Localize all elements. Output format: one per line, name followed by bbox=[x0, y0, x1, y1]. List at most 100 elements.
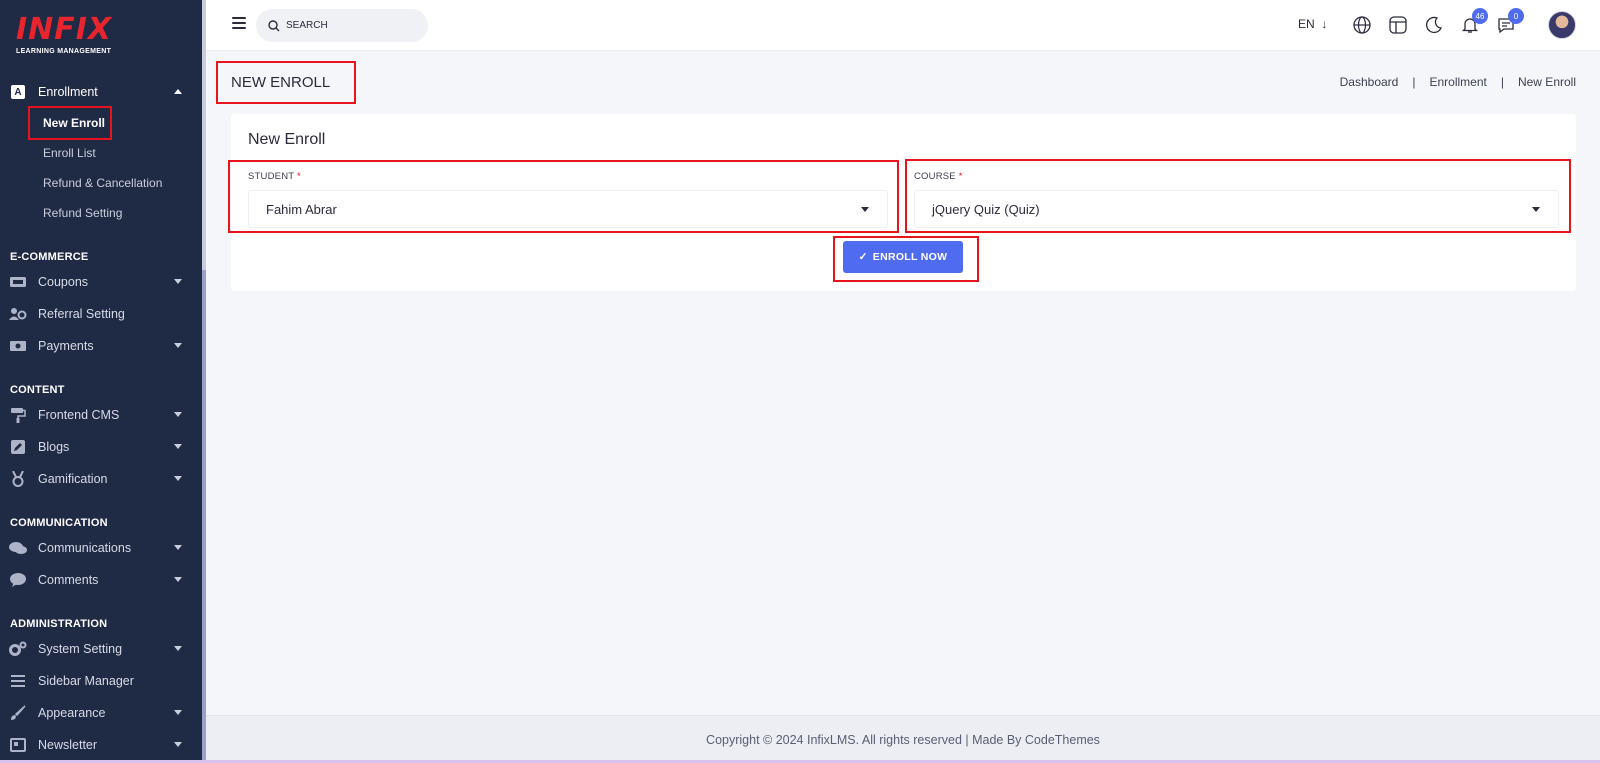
sidebar: INFIX LEARNING MANAGEMENT A Enrollment N… bbox=[0, 0, 206, 763]
bell-icon[interactable]: 46 bbox=[1460, 8, 1488, 35]
course-label-text: COURSE bbox=[914, 171, 956, 182]
sidebar-scrollbar-thumb[interactable] bbox=[202, 270, 206, 763]
globe-icon[interactable] bbox=[1352, 15, 1372, 35]
check-icon: ✓ bbox=[858, 251, 868, 263]
sidebar-item-label: Sidebar Manager bbox=[38, 674, 134, 688]
logo[interactable]: INFIX LEARNING MANAGEMENT bbox=[16, 14, 126, 62]
chevron-down-icon bbox=[174, 343, 182, 348]
arrow-down-icon: ↓ bbox=[1318, 17, 1328, 31]
sidebar-item-label: Coupons bbox=[38, 275, 89, 289]
sidebar-item-blogs[interactable]: Blogs bbox=[0, 433, 200, 461]
medal-icon bbox=[9, 471, 27, 487]
sidebar-item-comments[interactable]: Comments bbox=[0, 566, 200, 594]
search-icon bbox=[268, 19, 280, 31]
sidebar-item-label: Gamification bbox=[38, 472, 108, 486]
paint-roller-icon bbox=[9, 407, 27, 423]
sidebar-item-label: Comments bbox=[38, 573, 99, 587]
sidebar-item-label: Frontend CMS bbox=[38, 408, 120, 422]
search-input[interactable] bbox=[286, 20, 416, 31]
breadcrumb-new-enroll: New Enroll bbox=[1517, 75, 1576, 89]
chevron-down-icon bbox=[174, 742, 182, 747]
breadcrumb-enrollment[interactable]: Enrollment bbox=[1429, 75, 1486, 89]
bars-icon bbox=[9, 673, 27, 689]
moon-icon[interactable] bbox=[1424, 15, 1444, 35]
money-icon bbox=[9, 338, 27, 354]
section-ecommerce: E-COMMERCE bbox=[10, 251, 89, 263]
chevron-down-icon bbox=[174, 412, 182, 417]
search-box[interactable] bbox=[256, 9, 428, 42]
sidebar-item-label: Blogs bbox=[38, 440, 70, 454]
chevron-down-icon bbox=[174, 710, 182, 715]
course-label: COURSE * bbox=[914, 171, 963, 182]
chevron-down-icon bbox=[174, 444, 182, 449]
chevron-up-icon bbox=[174, 89, 182, 94]
sidebar-item-label: Appearance bbox=[38, 706, 106, 720]
sidebar-item-payments[interactable]: Payments bbox=[0, 332, 200, 360]
page-title-highlight: NEW ENROLL bbox=[216, 61, 356, 104]
enroll-now-button[interactable]: ✓ ENROLL NOW bbox=[843, 241, 963, 273]
comment-icon bbox=[9, 572, 27, 588]
section-administration: ADMINISTRATION bbox=[10, 618, 108, 630]
caret-down-icon bbox=[1532, 207, 1540, 212]
newsletter-icon bbox=[9, 737, 27, 753]
copyright-text: Copyright © 2024 InfixLMS. All rights re… bbox=[706, 732, 1100, 747]
chevron-down-icon bbox=[174, 545, 182, 550]
course-selected-value: jQuery Quiz (Quiz) bbox=[932, 201, 1040, 217]
required-mark: * bbox=[958, 171, 963, 182]
sidebar-item-label: Communications bbox=[38, 541, 132, 555]
sidebar-item-label: System Setting bbox=[38, 642, 123, 656]
sidebar-item-appearance[interactable]: Appearance bbox=[0, 699, 200, 727]
page-title: NEW ENROLL bbox=[231, 74, 331, 91]
chevron-down-icon bbox=[174, 279, 182, 284]
footer: Copyright © 2024 InfixLMS. All rights re… bbox=[206, 715, 1600, 763]
a-box-icon: A bbox=[9, 84, 27, 100]
sidebar-item-enroll-list[interactable]: Enroll List bbox=[43, 143, 96, 163]
student-label: STUDENT * bbox=[248, 171, 301, 182]
chat-icon[interactable]: 0 bbox=[1496, 8, 1524, 35]
caret-down-icon bbox=[861, 207, 869, 212]
avatar[interactable] bbox=[1548, 11, 1576, 39]
message-badge: 0 bbox=[1508, 8, 1524, 24]
student-selected-value: Fahim Abrar bbox=[266, 201, 337, 217]
sidebar-item-gamification[interactable]: Gamification bbox=[0, 465, 200, 493]
sidebar-item-enrollment[interactable]: A Enrollment bbox=[0, 78, 200, 106]
sidebar-item-refund-setting[interactable]: Refund Setting bbox=[43, 203, 122, 223]
sidebar-item-label: Referral Setting bbox=[38, 307, 125, 321]
sidebar-item-newsletter[interactable]: Newsletter bbox=[0, 731, 200, 759]
logo-mark: INFIX bbox=[16, 12, 113, 47]
sidebar-item-frontend-cms[interactable]: Frontend CMS bbox=[0, 401, 200, 429]
sidebar-item-sidebar-manager[interactable]: Sidebar Manager bbox=[0, 667, 200, 695]
breadcrumb-separator: | bbox=[1412, 75, 1416, 89]
notification-badge: 46 bbox=[1472, 8, 1488, 24]
comments-icon bbox=[9, 540, 27, 556]
sidebar-item-label: Enrollment bbox=[38, 85, 98, 99]
gears-icon bbox=[9, 641, 27, 657]
layout-icon[interactable] bbox=[1388, 15, 1408, 35]
sidebar-item-label: Newsletter bbox=[38, 738, 98, 752]
required-mark: * bbox=[296, 171, 301, 182]
menu-icon[interactable] bbox=[232, 17, 246, 29]
student-label-text: STUDENT bbox=[248, 171, 295, 182]
topbar: EN ↓ 46 0 bbox=[206, 0, 1600, 51]
breadcrumb: Dashboard | Enrollment | New Enroll bbox=[1340, 75, 1576, 89]
language-label: EN bbox=[1298, 17, 1315, 31]
course-select[interactable]: jQuery Quiz (Quiz) bbox=[914, 190, 1559, 228]
form-title: New Enroll bbox=[248, 131, 326, 148]
logo-subtitle: LEARNING MANAGEMENT bbox=[16, 48, 112, 55]
section-content: CONTENT bbox=[10, 384, 65, 396]
sidebar-item-new-enroll[interactable]: New Enroll bbox=[43, 113, 105, 133]
sidebar-item-communications[interactable]: Communications bbox=[0, 534, 200, 562]
language-selector[interactable]: EN ↓ bbox=[1298, 17, 1327, 31]
student-select[interactable]: Fahim Abrar bbox=[248, 190, 888, 228]
sidebar-item-system-setting[interactable]: System Setting bbox=[0, 635, 200, 663]
enroll-now-label: ENROLL NOW bbox=[872, 251, 948, 263]
sidebar-item-referral-setting[interactable]: Referral Setting bbox=[0, 300, 200, 328]
chevron-down-icon bbox=[174, 646, 182, 651]
sidebar-item-label: Payments bbox=[38, 339, 94, 353]
edit-square-icon bbox=[9, 439, 27, 455]
sidebar-item-coupons[interactable]: Coupons bbox=[0, 268, 200, 296]
chevron-down-icon bbox=[174, 476, 182, 481]
sidebar-item-refund-cancellation[interactable]: Refund & Cancellation bbox=[43, 173, 162, 193]
chevron-down-icon bbox=[174, 577, 182, 582]
breadcrumb-dashboard[interactable]: Dashboard bbox=[1340, 75, 1399, 89]
